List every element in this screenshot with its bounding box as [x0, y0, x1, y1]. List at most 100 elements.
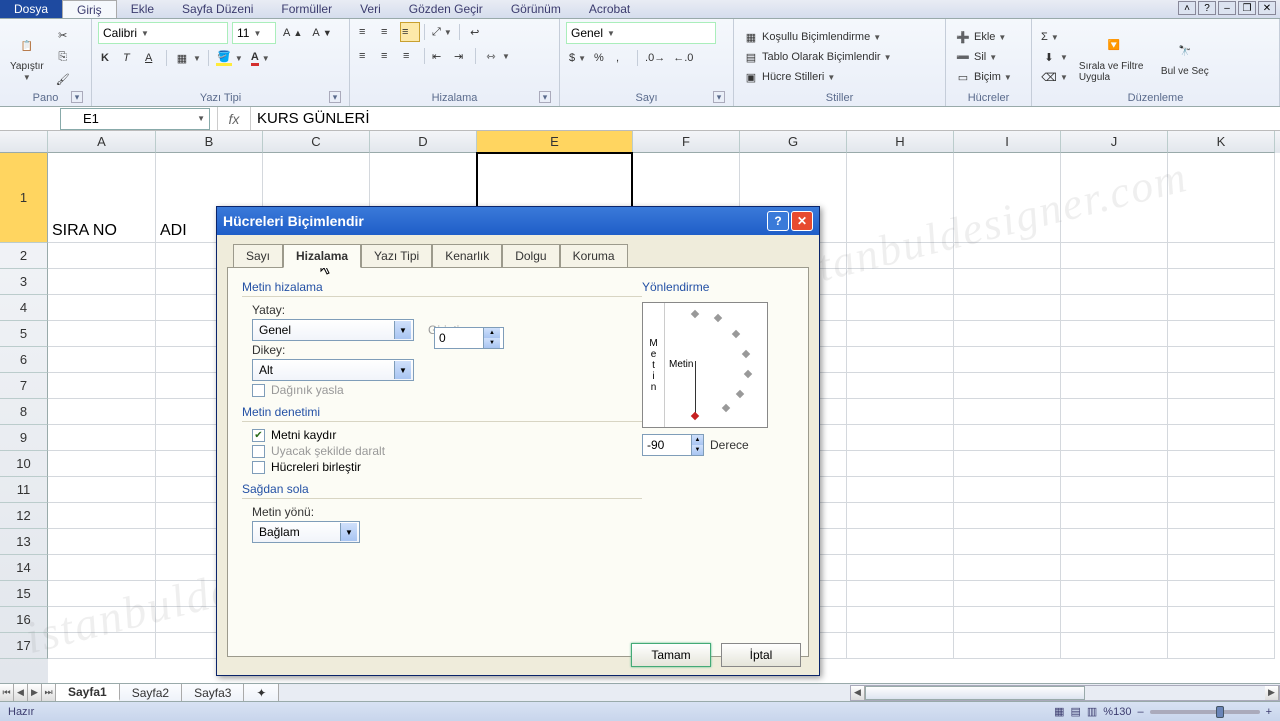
bold-button[interactable]: K	[98, 48, 118, 68]
menu-page-layout[interactable]: Sayfa Düzeni	[168, 0, 267, 18]
cell[interactable]	[1168, 503, 1275, 529]
cut-button[interactable]: ✂	[52, 25, 74, 45]
number-format-selector[interactable]: Genel▼	[566, 22, 716, 44]
tab-fill[interactable]: Dolgu	[502, 244, 559, 268]
merge-center-button[interactable]: ⇿▼	[480, 46, 513, 66]
cell[interactable]	[847, 295, 954, 321]
column-header[interactable]: B	[156, 131, 263, 153]
align-right-button[interactable]: ≡	[400, 46, 420, 66]
select-all-button[interactable]	[0, 131, 48, 153]
cell[interactable]	[847, 607, 954, 633]
orientation-vertical-text[interactable]: Metin	[643, 303, 665, 427]
italic-button[interactable]: T	[120, 48, 140, 68]
merge-cells-checkbox[interactable]: Hücreleri birleştir	[252, 460, 794, 474]
format-painter-button[interactable]: 🖌	[52, 69, 74, 89]
column-header[interactable]: J	[1061, 131, 1168, 153]
align-middle-button[interactable]: ≡	[378, 22, 398, 42]
cell[interactable]	[1168, 399, 1275, 425]
zoom-out-button[interactable]: –	[1137, 706, 1143, 718]
orientation-degree-spinner[interactable]: ▲▼	[642, 434, 704, 456]
cell[interactable]	[847, 477, 954, 503]
cell[interactable]	[1061, 243, 1168, 269]
cell[interactable]	[1168, 581, 1275, 607]
tab-protection[interactable]: Koruma	[560, 244, 628, 268]
view-normal-icon[interactable]: ▦	[1054, 705, 1064, 718]
vertical-align-selector[interactable]: Alt▼	[252, 359, 414, 381]
row-header[interactable]: 12	[0, 503, 48, 529]
win-restore-icon[interactable]: ❐	[1238, 1, 1256, 15]
cell[interactable]	[1061, 477, 1168, 503]
accounting-format-button[interactable]: $▼	[566, 48, 589, 68]
column-header[interactable]: F	[633, 131, 740, 153]
menu-insert[interactable]: Ekle	[117, 0, 168, 18]
cancel-button[interactable]: İptal	[721, 643, 801, 667]
row-header[interactable]: 11	[0, 477, 48, 503]
dialog-help-button[interactable]: ?	[767, 211, 789, 231]
row-header[interactable]: 1	[0, 153, 48, 243]
row-header[interactable]: 5	[0, 321, 48, 347]
column-header[interactable]: K	[1168, 131, 1275, 153]
hscroll-right[interactable]: ▶	[1265, 686, 1279, 700]
cell[interactable]	[954, 373, 1061, 399]
cell[interactable]	[1061, 269, 1168, 295]
decrease-indent-button[interactable]: ⇤	[429, 46, 449, 66]
cell[interactable]	[48, 451, 156, 477]
zoom-level[interactable]: %130	[1103, 706, 1131, 718]
cell[interactable]	[954, 425, 1061, 451]
expand-icon[interactable]: ▾	[713, 91, 725, 103]
cell[interactable]	[847, 399, 954, 425]
sheet-nav-next[interactable]: ▶	[28, 684, 42, 701]
cell[interactable]	[1061, 425, 1168, 451]
cell[interactable]	[1061, 295, 1168, 321]
cell[interactable]	[48, 425, 156, 451]
cell[interactable]	[954, 347, 1061, 373]
cell[interactable]	[954, 269, 1061, 295]
cell[interactable]	[954, 529, 1061, 555]
cell[interactable]	[847, 425, 954, 451]
font-name-selector[interactable]: Calibri▼	[98, 22, 228, 44]
cell[interactable]	[1168, 269, 1275, 295]
cell[interactable]	[48, 581, 156, 607]
find-select-button[interactable]: 🔭 Bul ve Seç	[1157, 35, 1213, 79]
cell[interactable]	[1061, 529, 1168, 555]
zoom-in-button[interactable]: +	[1266, 706, 1272, 718]
indent-spinner[interactable]: ▲▼	[434, 327, 504, 349]
cell[interactable]	[1168, 425, 1275, 451]
cell[interactable]	[954, 321, 1061, 347]
ok-button[interactable]: Tamam	[631, 643, 711, 667]
borders-button[interactable]: ▦▼	[171, 48, 204, 68]
cell[interactable]: SIRA NO	[48, 153, 156, 243]
cell[interactable]	[847, 321, 954, 347]
sheet-nav-last[interactable]: ⏭	[42, 684, 56, 701]
cell[interactable]	[1168, 373, 1275, 399]
fill-button[interactable]: ⬇▼	[1038, 47, 1071, 67]
expand-icon[interactable]: ▾	[539, 91, 551, 103]
cell[interactable]	[48, 399, 156, 425]
expand-icon[interactable]: ▾	[329, 91, 341, 103]
cell[interactable]	[954, 243, 1061, 269]
cell[interactable]	[1168, 477, 1275, 503]
align-left-button[interactable]: ≡	[356, 46, 376, 66]
cell[interactable]	[1061, 153, 1168, 243]
cell[interactable]	[1168, 529, 1275, 555]
row-header[interactable]: 13	[0, 529, 48, 555]
fx-button[interactable]: fx	[217, 107, 251, 130]
row-header[interactable]: 15	[0, 581, 48, 607]
decrease-decimal-button[interactable]: ←.0	[670, 48, 696, 68]
row-header[interactable]: 6	[0, 347, 48, 373]
row-header[interactable]: 8	[0, 399, 48, 425]
column-header[interactable]: E	[477, 131, 633, 153]
cell[interactable]	[1061, 607, 1168, 633]
cell[interactable]	[1168, 243, 1275, 269]
win-close-icon[interactable]: ✕	[1258, 1, 1276, 15]
font-color-button[interactable]: A▼	[248, 48, 273, 68]
cell[interactable]	[954, 153, 1061, 243]
tab-number[interactable]: Sayı	[233, 244, 283, 268]
cell[interactable]	[1168, 321, 1275, 347]
percent-button[interactable]: %	[591, 48, 611, 68]
cell[interactable]	[48, 321, 156, 347]
formula-input[interactable]: KURS GÜNLERİ	[251, 107, 1280, 130]
name-box[interactable]: E1 ▼	[60, 108, 210, 130]
degree-input[interactable]	[643, 438, 691, 452]
menu-acrobat[interactable]: Acrobat	[575, 0, 644, 18]
